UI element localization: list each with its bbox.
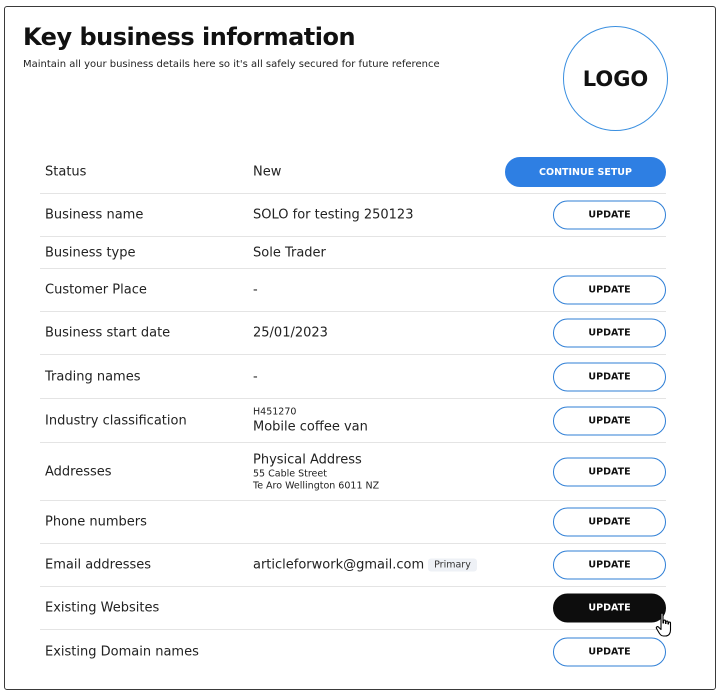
row-label: Status: [45, 164, 87, 180]
row-value-group: H451270 Mobile coffee van: [253, 406, 368, 435]
row-label: Phone numbers: [45, 514, 147, 530]
row-value: Sole Trader: [253, 245, 326, 260]
row-label: Business start date: [45, 325, 171, 341]
row-trading-names: Trading names - UPDATE: [40, 355, 666, 399]
row-label: Existing Domain names: [45, 644, 199, 659]
update-domains-button[interactable]: UPDATE: [553, 637, 666, 666]
row-label: Business type: [45, 245, 136, 260]
update-customer-place-button[interactable]: UPDATE: [553, 275, 666, 305]
row-industry-classification: Industry classification H451270 Mobile c…: [40, 399, 666, 443]
row-value-group: articleforwork@gmail.com Primary: [253, 558, 477, 573]
update-email-button[interactable]: UPDATE: [553, 550, 666, 580]
row-value: SOLO for testing 250123: [253, 207, 414, 223]
update-trading-names-button[interactable]: UPDATE: [553, 362, 666, 391]
continue-setup-button[interactable]: CONTINUE SETUP: [505, 157, 666, 187]
email-value: articleforwork@gmail.com: [253, 557, 425, 573]
update-business-name-button[interactable]: UPDATE: [553, 200, 666, 230]
row-value: -: [253, 282, 258, 298]
row-value-group: Physical Address 55 Cable Street Te Aro …: [253, 451, 379, 492]
row-business-type: Business type Sole Trader: [40, 237, 666, 269]
update-websites-button[interactable]: UPDATE: [553, 593, 666, 623]
row-business-start-date: Business start date 25/01/2023 UPDATE: [40, 312, 666, 355]
row-customer-place: Customer Place - UPDATE: [40, 269, 666, 312]
update-phone-button[interactable]: UPDATE: [553, 507, 666, 537]
row-value: -: [253, 369, 258, 384]
primary-badge: Primary: [428, 558, 477, 572]
row-existing-websites: Existing Websites UPDATE: [40, 587, 666, 630]
row-email-addresses: Email addresses articleforwork@gmail.com…: [40, 544, 666, 587]
row-business-name: Business name SOLO for testing 250123 UP…: [40, 194, 666, 237]
row-label: Email addresses: [45, 557, 152, 573]
hand-pointer-icon: [655, 612, 672, 637]
row-label: Existing Websites: [45, 600, 160, 616]
address-type: Physical Address: [253, 452, 362, 467]
address-line-1: 55 Cable Street: [253, 468, 327, 479]
row-addresses: Addresses Physical Address 55 Cable Stre…: [40, 443, 666, 501]
row-label: Trading names: [45, 369, 141, 384]
address-line-2: Te Aro Wellington 6011 NZ: [253, 480, 380, 491]
row-existing-domain-names: Existing Domain names UPDATE: [40, 630, 666, 673]
row-value: New: [253, 164, 282, 180]
page-subtitle: Maintain all your business details here …: [23, 59, 440, 70]
update-start-date-button[interactable]: UPDATE: [553, 318, 666, 348]
update-industry-button[interactable]: UPDATE: [553, 406, 666, 435]
row-label: Industry classification: [45, 413, 187, 428]
row-value: 25/01/2023: [253, 325, 328, 341]
business-details-list: Status New CONTINUE SETUP Business name …: [40, 151, 666, 673]
update-addresses-button[interactable]: UPDATE: [553, 457, 666, 486]
industry-code: H451270: [253, 406, 297, 417]
row-label: Business name: [45, 207, 144, 223]
row-phone-numbers: Phone numbers UPDATE: [40, 501, 666, 544]
industry-description: Mobile coffee van: [253, 419, 368, 434]
row-status: Status New CONTINUE SETUP: [40, 151, 666, 194]
logo-upload[interactable]: LOGO: [563, 26, 668, 131]
row-label: Addresses: [45, 464, 112, 479]
row-label: Customer Place: [45, 282, 147, 298]
page-title: Key business information: [23, 23, 356, 51]
